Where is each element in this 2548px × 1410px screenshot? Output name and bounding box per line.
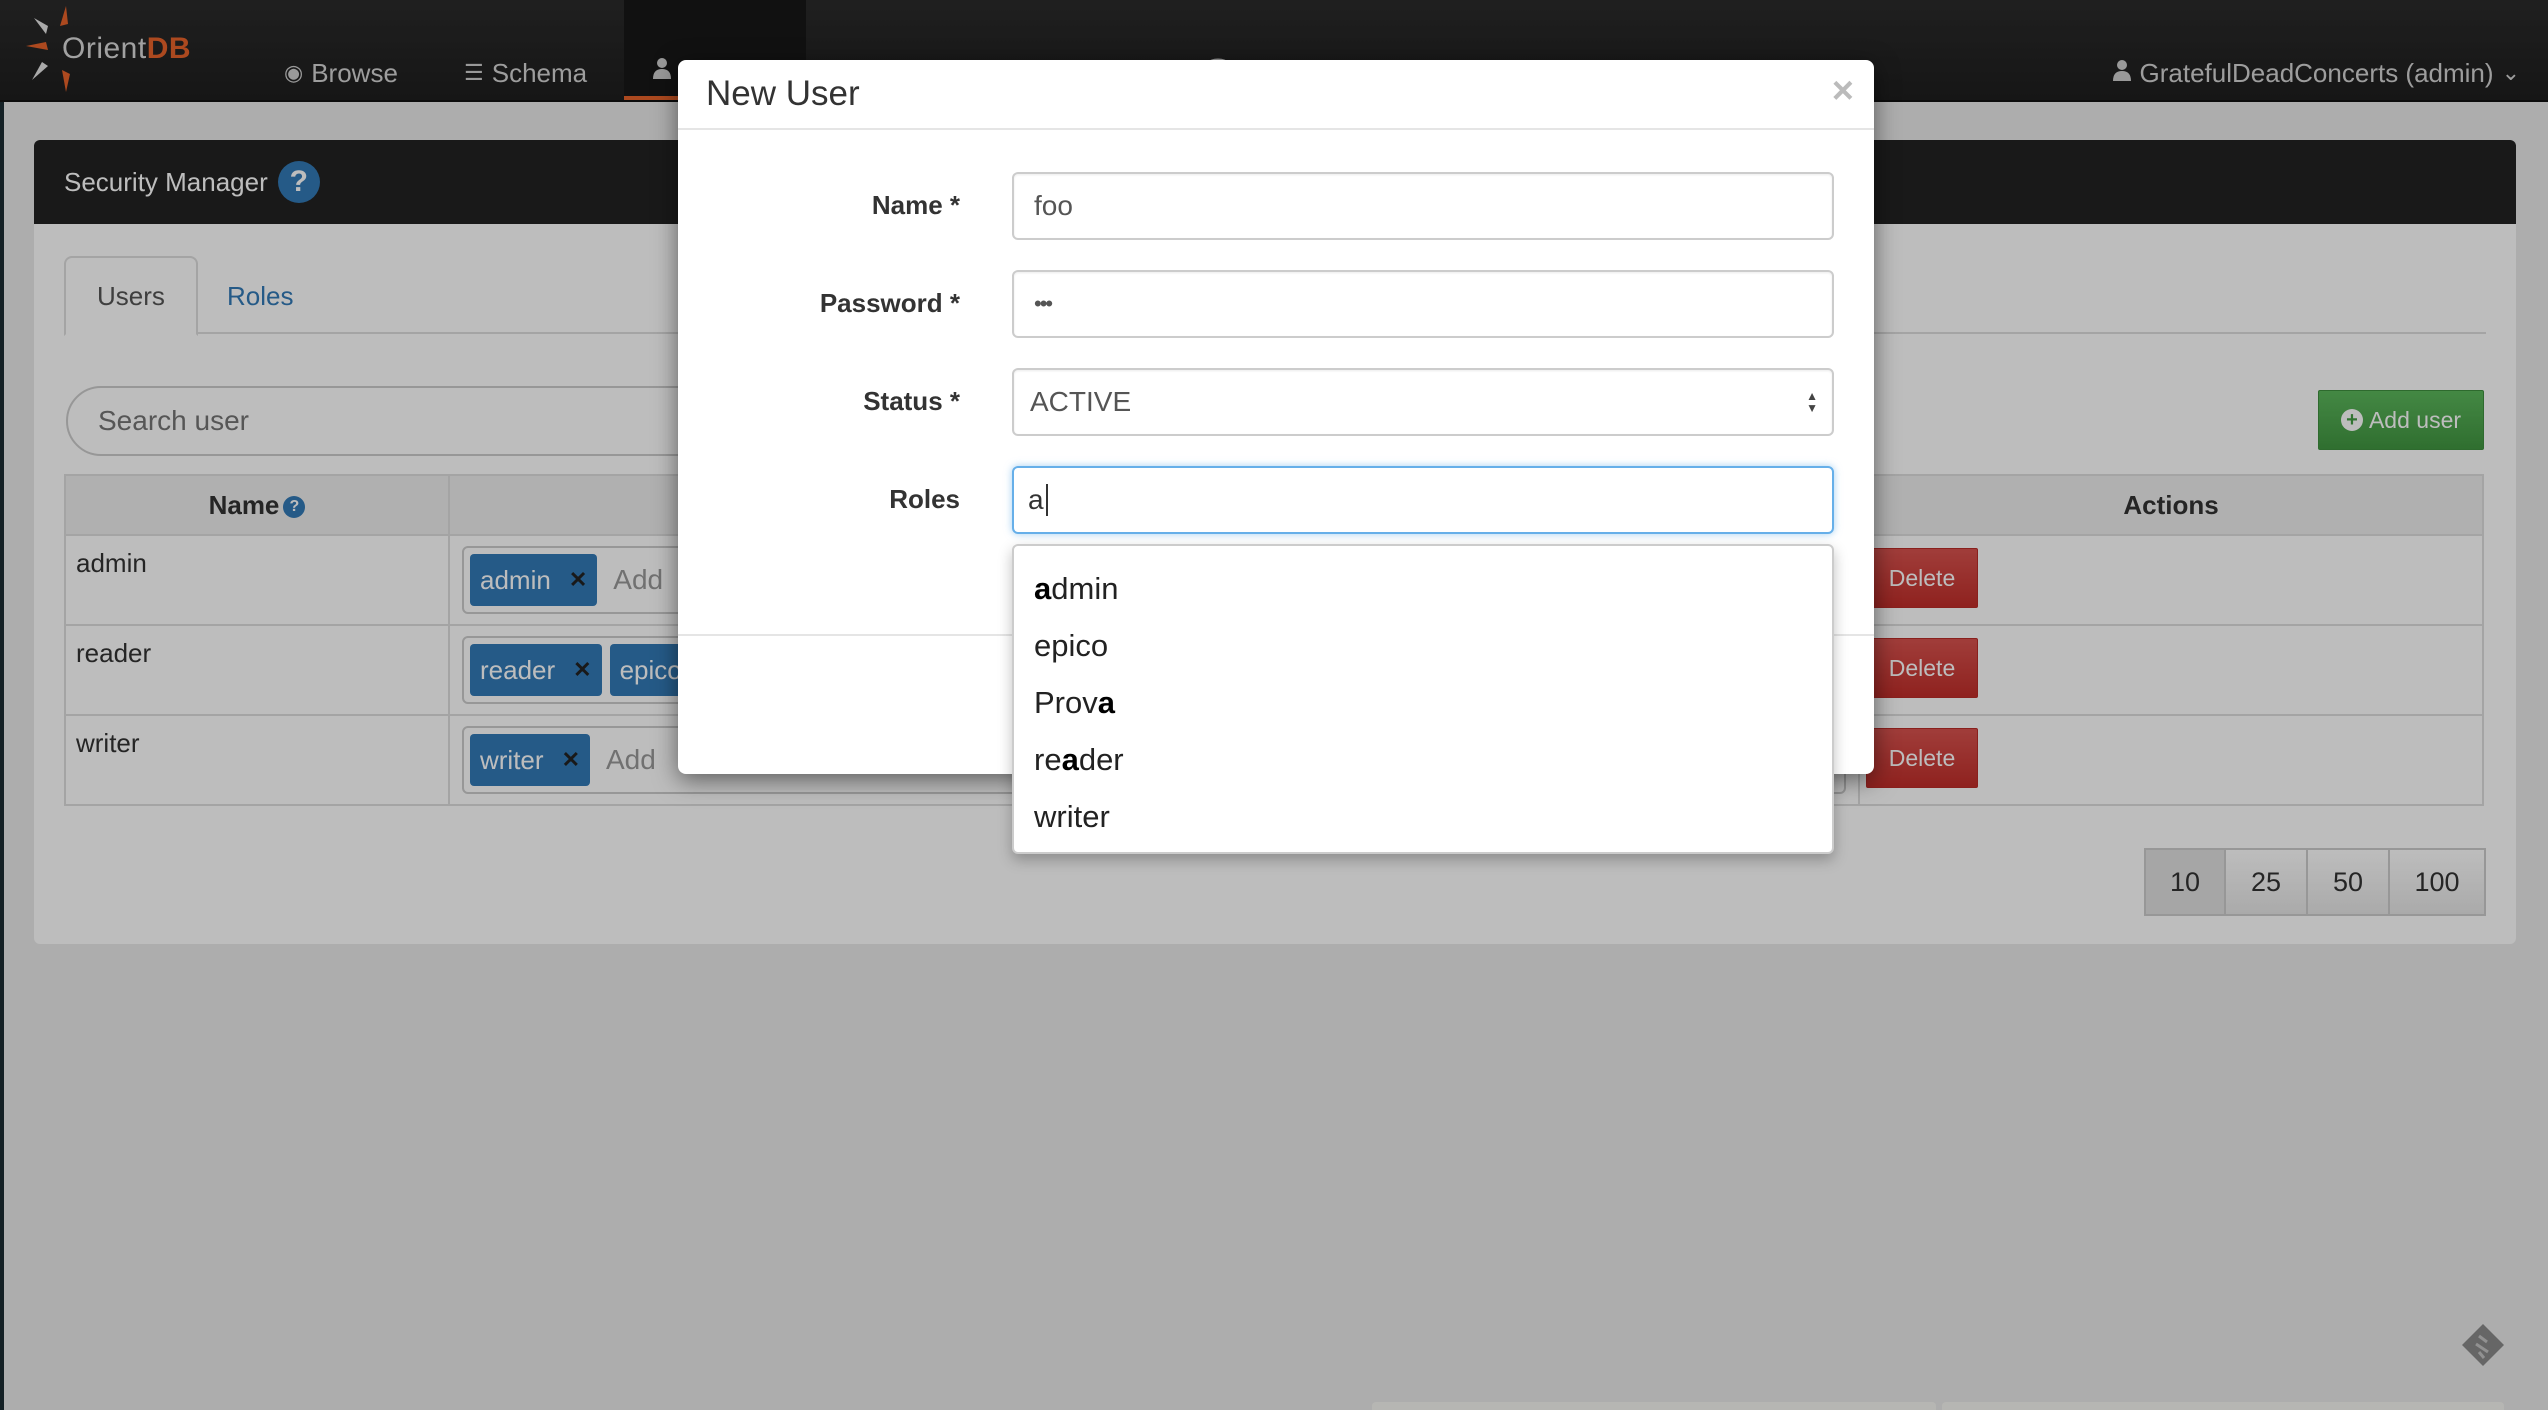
modal-title: New User — [706, 74, 860, 113]
roles-autocomplete-dropdown: a dmin epico Prov a re a der writer — [1012, 544, 1834, 854]
roles-input[interactable]: a — [1012, 466, 1834, 534]
role-suggestion-epico[interactable]: epico — [1014, 617, 1832, 674]
password-input[interactable]: ••• — [1012, 270, 1834, 338]
text-caret — [1045, 484, 1048, 516]
status-select[interactable]: ACTIVE ▲ ▼ — [1012, 368, 1834, 436]
role-suggestion-reader[interactable]: re a der — [1014, 731, 1832, 788]
role-suggestion-writer[interactable]: writer — [1014, 788, 1832, 845]
name-label: Name * — [871, 190, 960, 220]
close-icon[interactable]: × — [1832, 70, 1854, 113]
password-row: Password * ••• — [678, 270, 1874, 340]
modal-header: New User × — [678, 60, 1874, 130]
select-arrows-icon: ▲ ▼ — [1806, 389, 1818, 415]
role-suggestion-admin[interactable]: a dmin — [1014, 560, 1832, 617]
name-row: Name * foo — [678, 172, 1874, 242]
status-row: Status * ACTIVE ▲ ▼ — [678, 368, 1874, 438]
name-input[interactable]: foo — [1012, 172, 1834, 240]
password-label: Password * — [819, 288, 960, 318]
roles-row: Roles a — [678, 466, 1874, 536]
status-label: Status * — [863, 386, 960, 416]
role-suggestion-prova[interactable]: Prov a — [1014, 674, 1832, 731]
roles-label: Roles — [889, 484, 960, 514]
